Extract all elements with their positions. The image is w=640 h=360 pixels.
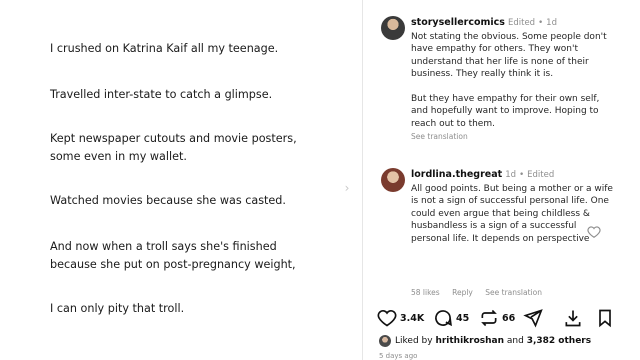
post-line: Travelled inter-state to catch a glimpse… [50, 88, 273, 101]
comment-text: Not stating the obvious. Some people don… [411, 32, 607, 80]
comment-count: 45 [456, 312, 470, 324]
liked-by-others[interactable]: 3,382 others [527, 336, 591, 346]
post-line: I can only pity that troll. [50, 302, 185, 315]
action-bar: 3.4K 45 66 [363, 306, 640, 330]
comment: storysellercomics Edited • 1d Not statin… [411, 16, 616, 141]
comment: lordlina.thegreat 1d • Edited All good p… [411, 168, 616, 245]
like-button[interactable]: 3.4K [377, 306, 424, 330]
post-line: because she put on post-pregnancy weight… [50, 258, 296, 271]
next-arrow-icon[interactable]: › [341, 180, 353, 196]
post-line: Watched movies because she was casted. [50, 194, 286, 207]
liked-by-user[interactable]: hrithikroshan [435, 336, 504, 346]
comment-edited: Edited [507, 18, 536, 28]
comment-time[interactable]: 1d [546, 18, 557, 28]
repost-count: 66 [502, 312, 516, 324]
share-button[interactable] [523, 306, 543, 330]
like-count: 3.4K [400, 312, 425, 324]
post-time: 5 days ago [379, 352, 418, 360]
share-icon [523, 309, 543, 328]
liked-by: Liked by hrithikroshan and 3,382 others [379, 335, 591, 347]
post-line: And now when a troll says she's finished [50, 240, 277, 253]
comment-username[interactable]: lordlina.thegreat [411, 169, 502, 180]
see-translation-link[interactable]: See translation [485, 288, 542, 297]
comment-dot: • [519, 170, 525, 180]
liked-by-prefix: Liked by [395, 336, 433, 346]
bookmark-icon [599, 309, 611, 328]
avatar[interactable] [381, 168, 405, 192]
comment-text: But they have empathy for their own self… [411, 94, 600, 129]
comment-like-icon[interactable] [587, 224, 601, 238]
bookmark-button[interactable] [595, 306, 615, 330]
comment-likes[interactable]: 58 likes [411, 288, 440, 297]
repost-button[interactable]: 66 [479, 306, 515, 330]
post-line: some even in my wallet. [50, 150, 187, 163]
comment-time[interactable]: 1d [505, 170, 516, 180]
comments-panel: storysellercomics Edited • 1d Not statin… [363, 0, 640, 360]
repost-icon [481, 309, 497, 327]
avatar[interactable] [381, 16, 405, 40]
comment-dot: • [538, 18, 544, 28]
see-translation-link[interactable]: See translation [411, 132, 616, 141]
comment-username[interactable]: storysellercomics [411, 17, 505, 28]
post-image: I crushed on Katrina Kaif all my teenage… [0, 0, 362, 360]
liked-by-and: and [506, 336, 524, 346]
comment-edited: Edited [527, 170, 555, 180]
post-line: I crushed on Katrina Kaif all my teenage… [50, 42, 279, 55]
comment-text: All good points. But being a mother or a… [411, 184, 613, 244]
comment-actions: 58 likes Reply See translation [411, 288, 552, 297]
comment-button[interactable]: 45 [433, 306, 469, 330]
post-line: Kept newspaper cutouts and movie posters… [50, 132, 297, 145]
comment-icon [435, 310, 452, 327]
download-button[interactable] [563, 306, 583, 330]
download-icon [565, 310, 581, 327]
avatar [379, 335, 391, 347]
reply-button[interactable]: Reply [452, 288, 473, 297]
heart-icon [377, 309, 397, 327]
